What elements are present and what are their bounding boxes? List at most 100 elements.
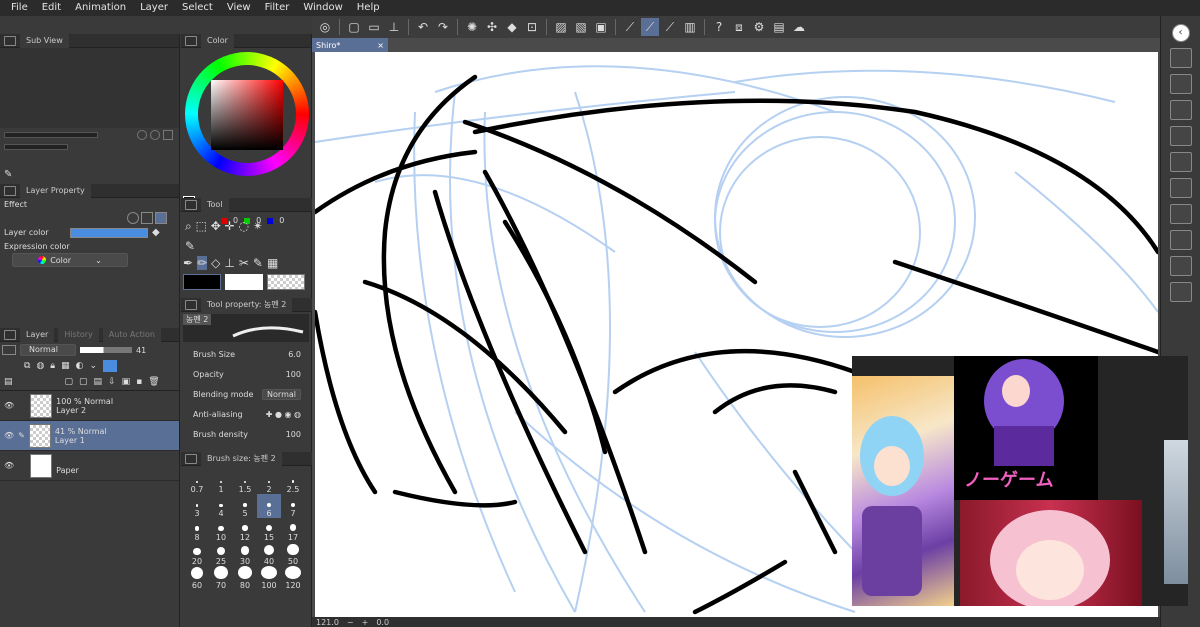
zoom-out-button[interactable]: − [347,618,354,627]
help-icon[interactable]: ? [710,18,728,36]
anti-aliasing-options[interactable]: ✚ ● ◉ ◍ [266,410,301,419]
menu-window[interactable]: Window [296,0,349,16]
visibility-eye-icon[interactable]: 👁︎ [4,461,14,470]
brush-density-row[interactable]: Brush density 100 [181,424,305,444]
layer-property-title[interactable]: Layer Property [20,183,91,198]
snap-icon[interactable]: ⟋ [641,18,659,36]
pencil-tool-icon[interactable]: ✏ [197,256,208,270]
clip-icon[interactable]: ⧉ [24,361,30,371]
menu-view[interactable]: View [220,0,258,16]
clear-icon[interactable]: ✣ [483,18,501,36]
assets-icon[interactable]: ⧈ [730,18,748,36]
share-icon[interactable]: ▤ [770,18,788,36]
transform-icon[interactable]: ⊡ [523,18,541,36]
color-square[interactable] [211,80,283,150]
brush-density-value[interactable]: 100 [286,430,301,439]
subview-navigator-slider[interactable] [4,144,68,150]
color-panel-title[interactable]: Color [201,33,234,48]
magic-wand-icon[interactable]: ✴ [253,219,263,233]
brush-size-row[interactable]: Brush Size 6.0 [181,344,305,364]
download-material-icon[interactable] [1169,48,1192,68]
brush-size-option[interactable]: 1 [209,470,233,494]
undo-icon[interactable]: ↶ [414,18,432,36]
brush-size-option[interactable]: 6 [257,494,281,518]
visibility-eye-icon[interactable]: 👁︎ [4,431,14,440]
brush-size-option[interactable]: 0.7 [185,470,209,494]
brush-size-option[interactable]: 3 [185,494,209,518]
tool-property-title[interactable]: Tool property: 농펜 2 [201,297,293,312]
3d-material-icon[interactable] [1169,178,1192,198]
layer-row-layer-1[interactable]: 👁︎ ✎ 41 % Normal Layer 1 [0,421,179,451]
layer-color-icon[interactable] [103,360,118,372]
pen-tool-icon[interactable]: ✒ [183,256,193,270]
tab-auto-action[interactable]: Auto Action [102,327,161,342]
crop-icon[interactable]: ▣ [592,18,610,36]
new-folder-icon[interactable]: ▤ [94,377,103,387]
select-tool-icon[interactable]: ⬚ [196,219,207,233]
tone-material-icon[interactable] [1169,100,1192,120]
frame-material-icon[interactable] [1169,230,1192,250]
brush-size-option[interactable]: 12 [233,518,257,542]
zoom-in-icon[interactable] [137,130,147,140]
grid-icon[interactable]: ▥ [681,18,699,36]
paint-bucket-icon[interactable]: ◆ [152,227,160,238]
brush-size-option[interactable]: 80 [233,566,257,590]
blend-tool-icon[interactable]: ✎ [253,256,263,270]
tool-tab-icon[interactable] [185,199,197,210]
brush-size-option[interactable]: 7 [281,494,305,518]
sub-color-swatch[interactable] [225,274,263,290]
palette-icon[interactable]: ◐ [76,361,84,371]
blending-mode-row[interactable]: Blending mode Normal [181,384,305,404]
zoom-tool-icon[interactable]: ⌕ [185,219,192,233]
lock-icon[interactable]: 🔒︎ [50,361,55,371]
delete-layer-icon[interactable]: 🗑︎ [148,377,159,387]
layer-property-tab-icon[interactable] [4,185,16,196]
opacity-row[interactable]: Opacity 100 [181,364,305,384]
menu-filter[interactable]: Filter [258,0,297,16]
brush-size-option[interactable]: 60 [185,566,209,590]
open-file-icon[interactable]: ▭ [365,18,383,36]
brush-size-value[interactable]: 6.0 [288,350,301,359]
brush-size-option[interactable]: 2.5 [281,470,305,494]
subview-slider[interactable] [4,132,98,138]
effect-tone-icon[interactable] [141,212,153,224]
image-material-icon[interactable] [1169,152,1192,172]
settings-icon[interactable]: ⚙ [750,18,768,36]
opacity-value[interactable]: 100 [286,370,301,379]
deselect-icon[interactable]: ▨ [552,18,570,36]
layer-options-icon[interactable] [2,345,16,355]
fit-icon[interactable] [163,130,173,140]
new-vector-icon[interactable]: ▢ [79,377,88,387]
pattern-material-icon[interactable] [1169,126,1192,146]
new-file-icon[interactable]: ▢ [345,18,363,36]
menu-file[interactable]: File [4,0,35,16]
eraser-tool-icon[interactable]: ◇ [211,256,220,270]
lasso-tool-icon[interactable]: ◌ [239,219,249,233]
color-wheel-tab-icon[interactable] [185,35,197,46]
subview-title[interactable]: Sub View [20,33,69,48]
eyedropper-tool-icon[interactable]: ✎ [185,239,195,253]
tab-layer[interactable]: Layer [20,327,55,342]
lock-alpha-icon[interactable]: ▦ [61,361,70,371]
brush-size-option[interactable]: 100 [257,566,281,590]
brush-size-option[interactable]: 25 [209,542,233,566]
effect-color-icon[interactable] [155,212,167,224]
invert-selection-icon[interactable]: ▧ [572,18,590,36]
layer-color-swatch[interactable] [70,227,148,238]
menu-help[interactable]: Help [350,0,387,16]
brush-size-option[interactable]: 40 [257,542,281,566]
layer-tab-icon[interactable] [4,329,16,340]
brush-material-icon[interactable] [1169,204,1192,224]
brush-size-option[interactable]: 1.5 [233,470,257,494]
effect-border-icon[interactable] [127,212,139,224]
layer-row-layer-2[interactable]: 👁︎ 100 % Normal Layer 2 [0,391,179,421]
brush-size-title[interactable]: Brush size: 농펜 2 [201,451,282,466]
cloud-icon[interactable]: ☁ [790,18,808,36]
opacity-slider[interactable] [80,347,132,353]
chevron-down-icon[interactable]: ⌄ [89,361,97,371]
zoom-out-icon[interactable] [150,130,160,140]
move-layer-icon[interactable]: ✛ [225,219,235,233]
expression-color-dropdown[interactable]: Color ⌄ [12,253,128,267]
zoom-value[interactable]: 121.0 [316,618,339,627]
blending-mode-dropdown[interactable]: Normal [262,388,301,400]
